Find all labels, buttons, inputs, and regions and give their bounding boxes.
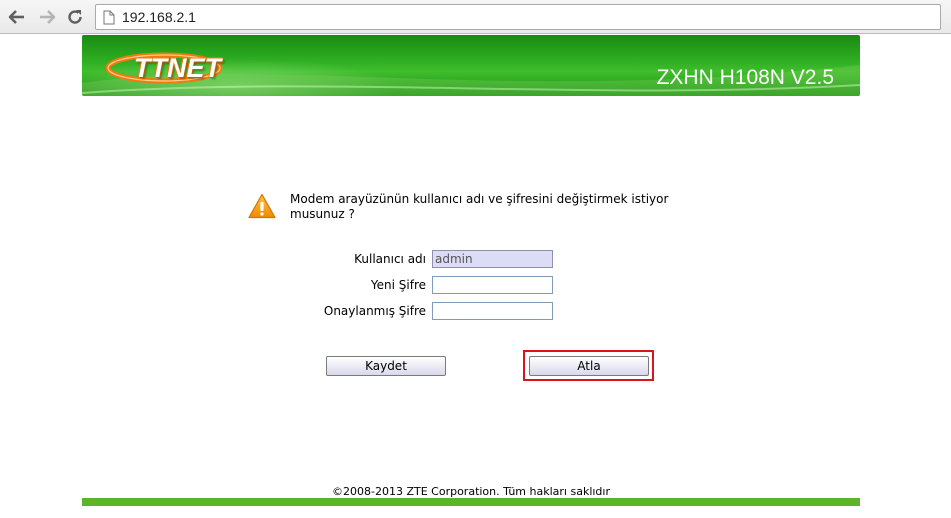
logo-text: TTNET [134, 53, 221, 83]
footer-bar [82, 498, 860, 506]
copyright-text: ©2008-2013 ZTE Corporation. Tüm hakları … [332, 485, 610, 498]
username-field[interactable] [432, 250, 553, 268]
browser-toolbar: 192.168.2.1 [0, 0, 951, 34]
page-icon [103, 10, 115, 28]
header-banner: TTNET ZXHN H108N V2.5 [82, 35, 860, 96]
new-password-label: Yeni Şifre [370, 278, 426, 292]
router-page: TTNET ZXHN H108N V2.5 Modem arayüzünün k… [0, 34, 951, 518]
model-name: ZXHN H108N V2.5 [656, 66, 834, 89]
save-button[interactable]: Kaydet [326, 356, 446, 376]
forward-arrow-icon[interactable] [36, 6, 58, 28]
url-text: 192.168.2.1 [122, 9, 196, 25]
warning-icon [248, 193, 276, 222]
new-password-field[interactable] [432, 276, 553, 294]
confirm-password-label: Onaylanmış Şifre [323, 304, 426, 318]
address-bar[interactable]: 192.168.2.1 [95, 4, 941, 30]
warning-message: Modem arayüzünün kullanıcı adı ve şifres… [290, 192, 669, 221]
confirm-password-field[interactable] [432, 302, 553, 320]
back-arrow-icon[interactable] [6, 6, 28, 28]
skip-button[interactable]: Atla [529, 356, 649, 376]
username-label: Kullanıcı adı [354, 252, 426, 266]
reload-icon[interactable] [64, 6, 86, 28]
